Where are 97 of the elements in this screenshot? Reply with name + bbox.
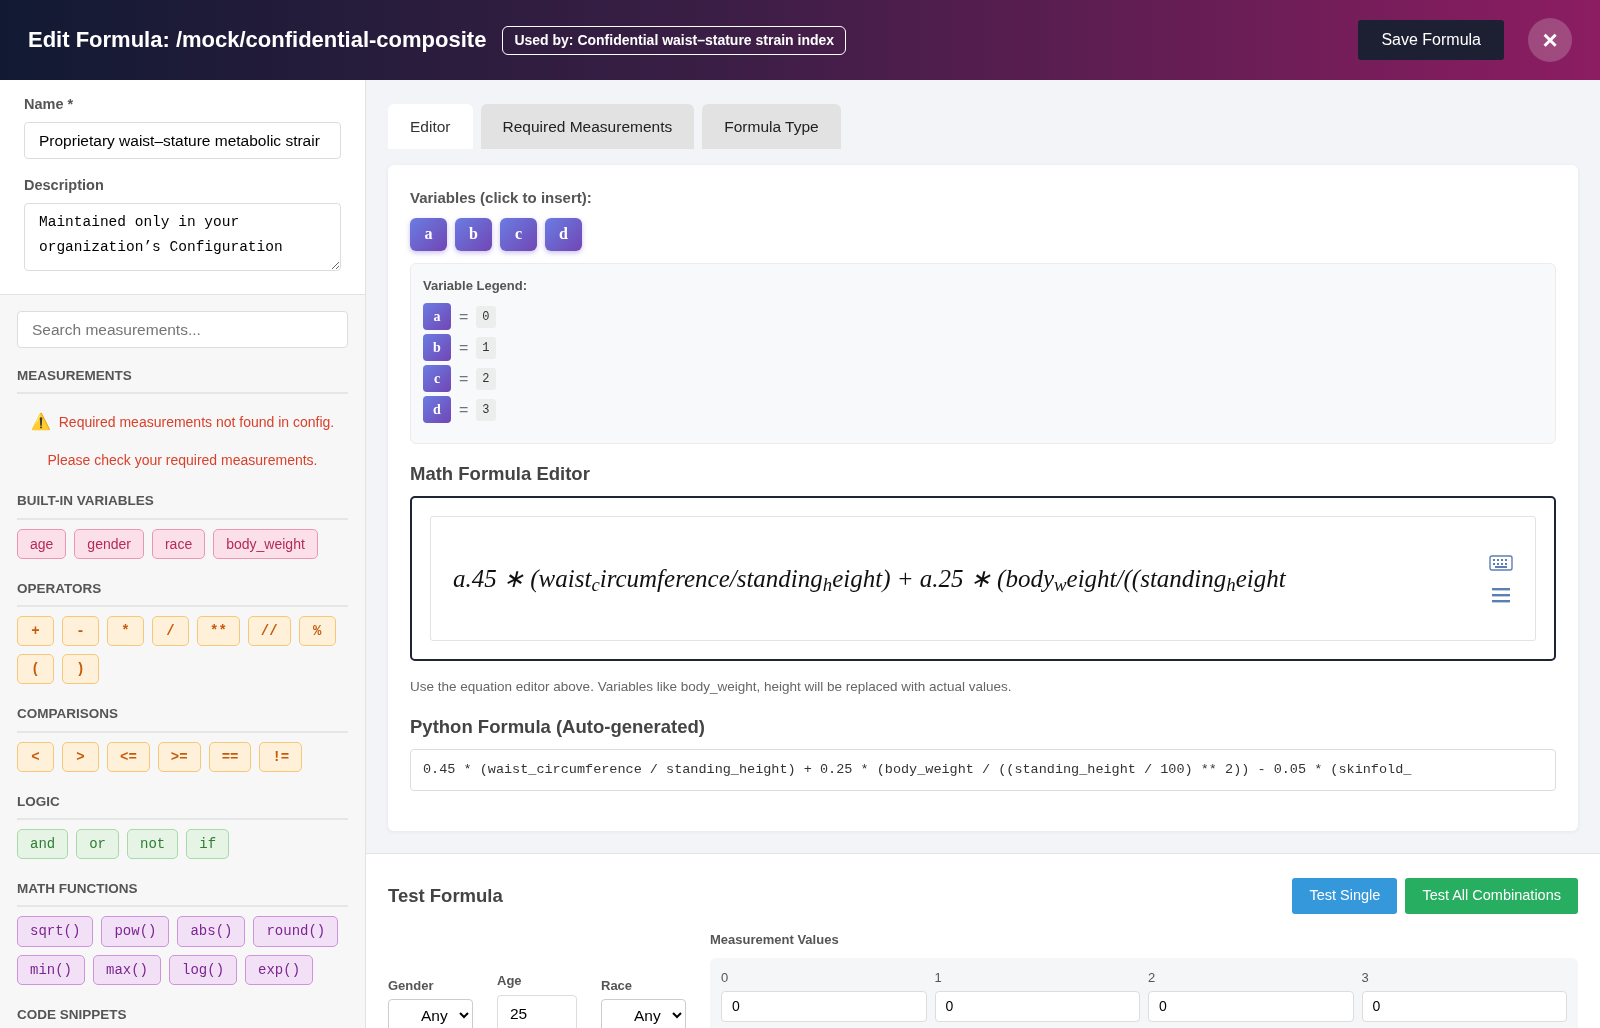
- python-formula-field[interactable]: 0.45 * (waist_circumference / standing_height) + 0.25 * (body_weight / ((standing_height / 100) ** 2)) - 0.05 * (skinfold_: [410, 749, 1556, 792]
- section-heading: MATH FUNCTIONS: [17, 879, 348, 908]
- legend-value: 2: [476, 367, 496, 390]
- field-label: Name *: [24, 95, 75, 114]
- warning-message: Please check your required measurements.: [46, 451, 319, 471]
- name-field[interactable]: Proprietary waist–stature metabolic strair: [24, 121, 341, 159]
- legend-variable: b: [423, 334, 451, 362]
- close-button[interactable]: ×: [1528, 18, 1572, 62]
- insert-chip[interactable]: not: [127, 829, 179, 860]
- insert-chip[interactable]: <: [17, 741, 54, 772]
- equals-sign: =: [459, 306, 469, 327]
- insert-chip[interactable]: abs(): [177, 916, 246, 947]
- section-heading: BUILT-IN VARIABLES: [17, 491, 348, 520]
- select-field[interactable]: Any: [388, 999, 473, 1028]
- section-heading: MEASUREMENTS: [17, 366, 348, 395]
- insert-chip[interactable]: age: [17, 528, 67, 559]
- field-label: Gender: [388, 976, 435, 995]
- variables-label: Variables (click to insert):: [410, 188, 593, 209]
- insert-chip[interactable]: /: [152, 615, 189, 647]
- keyboard-icon[interactable]: [1489, 554, 1513, 571]
- field-label: Age: [497, 972, 523, 991]
- equals-sign: =: [459, 337, 469, 358]
- tab[interactable]: Required Measurements: [480, 104, 695, 150]
- warning-icon: ⚠: [30, 410, 51, 435]
- field-label: 1: [934, 968, 943, 987]
- section-title: Test Formula: [388, 884, 503, 909]
- menu-icon[interactable]: [1492, 586, 1510, 603]
- insert-chip[interactable]: //: [247, 615, 291, 647]
- field-label: 2: [1148, 968, 1157, 987]
- section-heading: OPERATORS: [17, 578, 348, 607]
- insert-chip[interactable]: body_weight: [213, 528, 318, 559]
- legend-value: 0: [476, 305, 496, 328]
- section-heading: COMPARISONS: [17, 704, 348, 733]
- insert-chip[interactable]: and: [17, 829, 69, 860]
- insert-chip[interactable]: log(): [169, 954, 238, 985]
- math-formula: a.45 ∗ (waist$_{c}$ircumference/standing$_{h}$eight) + a.25 ∗ (body$_{w}$eight/((standing$_{h}$eight: [453, 563, 1287, 598]
- field-label: 0: [721, 968, 730, 987]
- legend-value: 3: [476, 398, 496, 421]
- section-heading: LOGIC: [17, 791, 348, 820]
- insert-chip[interactable]: ): [62, 654, 99, 685]
- legend-variable: c: [423, 365, 451, 393]
- insert-chip[interactable]: min(): [17, 954, 85, 985]
- variable-button[interactable]: c: [500, 217, 537, 251]
- field-label: Description: [24, 176, 105, 195]
- input-field[interactable]: 0: [1148, 991, 1354, 1022]
- insert-chip[interactable]: race: [151, 528, 206, 559]
- section-heading: CODE SNIPPETS: [17, 1004, 348, 1028]
- variable-button[interactable]: d: [545, 217, 582, 251]
- insert-chip[interactable]: sqrt(): [17, 916, 94, 947]
- legend-value: 1: [476, 336, 496, 359]
- field-label: 3: [1361, 968, 1370, 987]
- search-field[interactable]: Search measurements...: [17, 310, 348, 348]
- input-field[interactable]: 0: [1361, 991, 1567, 1022]
- insert-chip[interactable]: **: [197, 615, 240, 647]
- select-field[interactable]: Any: [601, 999, 686, 1028]
- math-editor[interactable]: a.45 ∗ (waist$_{c}$ircumference/standing$_{h}$eight) + a.25 ∗ (body$_{w}$eight/((standing$_{h}$eight: [410, 496, 1556, 661]
- insert-chip[interactable]: ==: [208, 741, 252, 772]
- test-button[interactable]: Test Single: [1292, 878, 1398, 914]
- legend-variable: d: [423, 396, 451, 424]
- insert-chip[interactable]: %: [298, 615, 336, 647]
- insert-chip[interactable]: round(): [253, 916, 339, 947]
- save-button[interactable]: Save Formula: [1358, 20, 1504, 60]
- equals-sign: =: [459, 399, 469, 420]
- variable-button[interactable]: a: [410, 217, 447, 251]
- section-title: Math Formula Editor: [410, 462, 591, 487]
- field-label: Measurement Values: [710, 931, 840, 949]
- tab[interactable]: Editor: [388, 104, 473, 150]
- insert-chip[interactable]: or: [76, 829, 120, 860]
- help-text: Use the equation editor above. Variables like body_weight, height will be replaced with actual values.: [410, 678, 1013, 696]
- insert-chip[interactable]: -: [62, 615, 99, 647]
- legend-variable: a: [423, 303, 451, 331]
- warning-message: Required measurements not found in config.: [58, 412, 335, 432]
- used-by-label: Used by: Confidential waist–stature strain index: [502, 25, 847, 55]
- insert-chip[interactable]: (: [17, 654, 54, 685]
- variable-button[interactable]: b: [455, 217, 492, 251]
- insert-chip[interactable]: pow(): [101, 916, 170, 947]
- page-title: Edit Formula: /mock/confidential-composite: [28, 26, 487, 54]
- tab[interactable]: Formula Type: [702, 104, 841, 150]
- equals-sign: =: [459, 368, 469, 389]
- insert-chip[interactable]: <=: [107, 741, 150, 772]
- input-field[interactable]: 0: [934, 991, 1140, 1022]
- description-field[interactable]: Maintained only in your organization’s Configuration: [24, 202, 341, 271]
- input-field[interactable]: 0: [721, 991, 927, 1022]
- insert-chip[interactable]: +: [17, 615, 54, 647]
- field-label: Race: [601, 976, 634, 995]
- legend-title: Variable Legend:: [423, 276, 529, 295]
- insert-chip[interactable]: !=: [259, 741, 303, 772]
- insert-chip[interactable]: if: [186, 829, 230, 860]
- insert-chip[interactable]: >: [62, 741, 99, 772]
- insert-chip[interactable]: max(): [93, 954, 162, 985]
- insert-chip[interactable]: exp(): [245, 954, 314, 985]
- insert-chip[interactable]: >=: [157, 741, 201, 772]
- input-field[interactable]: 25: [497, 994, 577, 1028]
- test-button[interactable]: Test All Combinations: [1405, 878, 1578, 914]
- insert-chip[interactable]: gender: [74, 528, 144, 559]
- insert-chip[interactable]: *: [107, 615, 144, 647]
- section-title: Python Formula (Auto-generated): [410, 715, 706, 740]
